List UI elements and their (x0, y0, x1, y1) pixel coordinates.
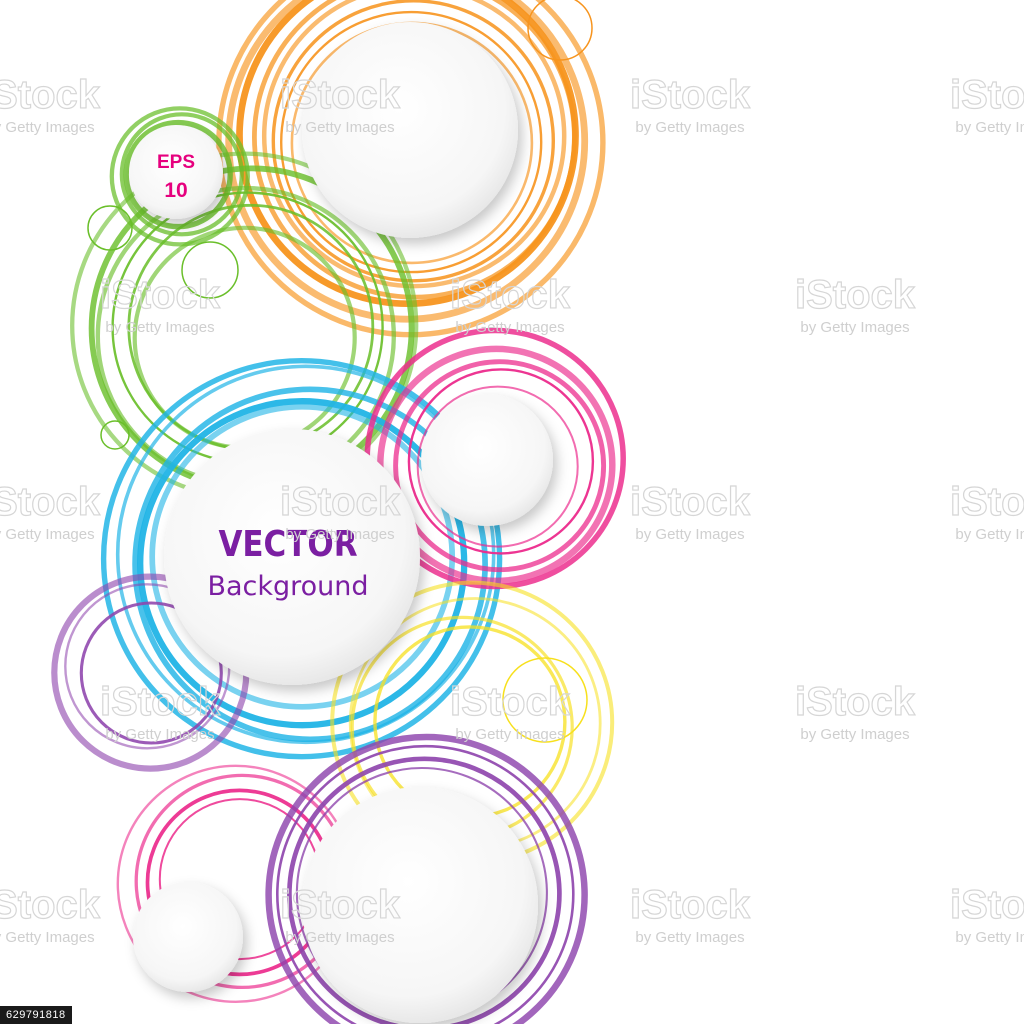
watermark-brand: iStock (450, 680, 571, 724)
istock-watermark: iStock by Getty Images (0, 882, 101, 946)
watermark-credit: by Getty Images (105, 319, 214, 336)
watermark-credit: by Getty Images (0, 119, 95, 136)
headline-subtitle: Background (207, 571, 368, 602)
istock-watermark: iStock by Getty Images (794, 272, 916, 336)
stock-id-badge: 629791818 (0, 1006, 72, 1024)
watermark-brand: iStock (280, 480, 401, 524)
watermark-brand: iStock (795, 680, 916, 724)
istock-watermark: iStock by Getty Images (279, 882, 401, 946)
watermark-credit: by Getty Images (635, 526, 744, 543)
watermark-credit: by Getty Images (285, 526, 394, 543)
watermark-credit: by Getty Images (0, 929, 95, 946)
watermark-brand: iStock (0, 73, 101, 117)
watermark-brand: iStock (450, 273, 571, 317)
watermark-brand: iStock (630, 883, 751, 927)
disc-pink (421, 394, 553, 526)
accent-ring (100, 420, 130, 450)
istock-watermark: iStock by Getty Images (949, 72, 1024, 136)
disc-small (133, 882, 243, 992)
watermark-brand: iStock (0, 480, 101, 524)
watermark-brand: iStock (630, 73, 751, 117)
istock-watermark: iStock by Getty Images (279, 479, 401, 543)
watermark-credit: by Getty Images (800, 726, 909, 743)
istock-watermark: iStock by Getty Images (449, 272, 571, 336)
istock-watermark: iStock by Getty Images (949, 882, 1024, 946)
istock-watermark: iStock by Getty Images (99, 272, 221, 336)
watermark-credit: by Getty Images (455, 726, 564, 743)
istock-watermark: iStock by Getty Images (99, 679, 221, 743)
watermark-brand: iStock (0, 883, 101, 927)
istock-watermark: iStock by Getty Images (0, 479, 101, 543)
watermark-credit: by Getty Images (955, 119, 1024, 136)
watermark-brand: iStock (630, 480, 751, 524)
vector-background-artwork: EPS 10 VECTOR Background iStockby Getty … (0, 0, 1024, 1024)
istock-watermark: iStock by Getty Images (449, 679, 571, 743)
watermark-brand: iStock (795, 273, 916, 317)
istock-watermark: iStock by Getty Images (629, 72, 751, 136)
watermark-credit: by Getty Images (285, 119, 394, 136)
watermark-credit: by Getty Images (635, 929, 744, 946)
watermark-brand: iStock (280, 73, 401, 117)
watermark-credit: by Getty Images (285, 929, 394, 946)
istock-watermark: iStock by Getty Images (629, 479, 751, 543)
istock-watermark: iStock by Getty Images (949, 479, 1024, 543)
watermark-brand: iStock (950, 73, 1024, 117)
istock-watermark: iStock by Getty Images (629, 882, 751, 946)
watermark-credit: by Getty Images (105, 726, 214, 743)
eps-label: EPS (157, 152, 195, 173)
eps-version: 10 (164, 179, 187, 202)
watermark-credit: by Getty Images (800, 319, 909, 336)
watermark-credit: by Getty Images (455, 319, 564, 336)
watermark-brand: iStock (100, 273, 221, 317)
istock-watermark: iStock by Getty Images (0, 72, 101, 136)
watermark-credit: by Getty Images (955, 929, 1024, 946)
watermark-credit: by Getty Images (635, 119, 744, 136)
watermark-credit: by Getty Images (955, 526, 1024, 543)
watermark-brand: iStock (100, 680, 221, 724)
watermark-brand: iStock (280, 883, 401, 927)
watermark-brand: iStock (950, 883, 1024, 927)
istock-watermark: iStock by Getty Images (279, 72, 401, 136)
watermark-credit: by Getty Images (0, 526, 95, 543)
watermark-brand: iStock (950, 480, 1024, 524)
istock-watermark: iStock by Getty Images (794, 679, 916, 743)
